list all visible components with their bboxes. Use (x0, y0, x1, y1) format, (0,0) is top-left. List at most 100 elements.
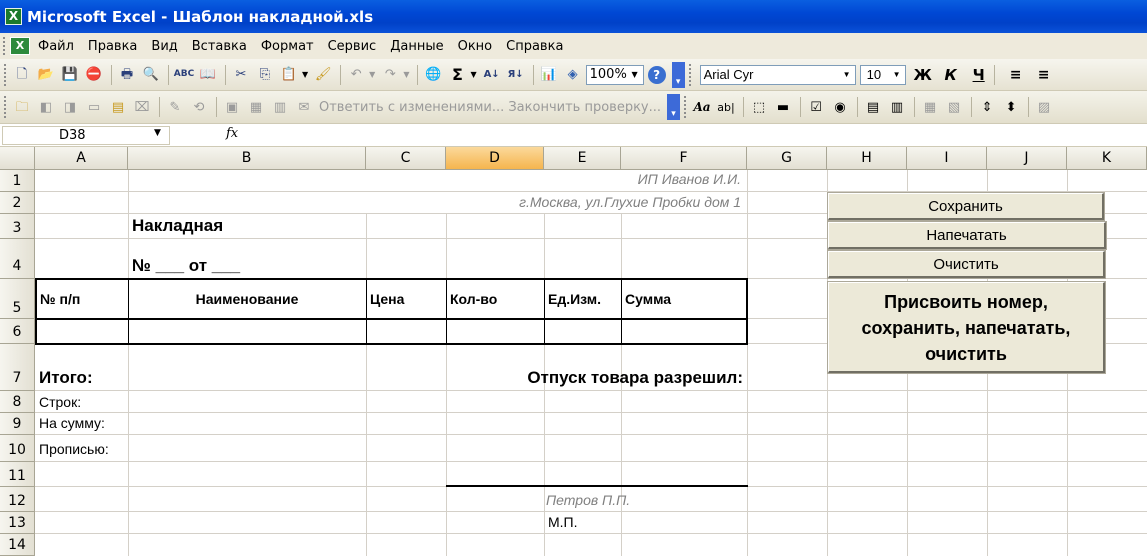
save-icon[interactable]: 💾 (59, 64, 81, 86)
column-header-k[interactable]: K (1067, 147, 1147, 170)
formula-input[interactable] (244, 126, 1145, 145)
chart-wizard-icon[interactable]: 📊 (538, 64, 560, 86)
menu-grip[interactable] (3, 37, 7, 55)
combo-dropdown-edit-icon[interactable]: ▧ (943, 96, 965, 118)
autosum-icon[interactable]: Σ (446, 64, 468, 86)
label-control-icon[interactable]: Aa (691, 96, 713, 118)
row-header-6[interactable]: 6 (0, 319, 35, 344)
reply-with-changes-icon[interactable]: ✉ (293, 96, 315, 118)
menu-file[interactable]: Файл (38, 39, 74, 54)
sort-ascending-icon[interactable]: А↓ (481, 64, 503, 86)
show-all-comments-icon[interactable]: ▤ (107, 96, 129, 118)
new-comment-icon[interactable]: 🗀 (11, 96, 33, 118)
column-header-e[interactable]: E (544, 147, 621, 170)
open-folder-icon[interactable]: 📂 (35, 64, 57, 86)
redo-dropdown-icon[interactable]: ▼ (403, 70, 409, 79)
combobox-control-icon[interactable]: ▥ (886, 96, 908, 118)
checkbox-control-icon[interactable]: ☑ (805, 96, 827, 118)
toolbar-grip[interactable] (684, 96, 687, 118)
print-button[interactable]: Напечатать (827, 221, 1107, 250)
option-button-control-icon[interactable]: ◉ (829, 96, 851, 118)
column-header-c[interactable]: C (366, 147, 446, 170)
column-header-d[interactable]: D (446, 147, 544, 170)
help-icon[interactable]: ? (647, 65, 666, 84)
column-header-g[interactable]: G (747, 147, 827, 170)
menu-data[interactable]: Данные (390, 39, 443, 54)
column-header-f[interactable]: F (621, 147, 747, 170)
toolbar-grip[interactable] (688, 63, 692, 86)
bold-button[interactable]: Ж (912, 64, 934, 86)
menu-tools[interactable]: Сервис (328, 39, 377, 54)
row-header-14[interactable]: 14 (0, 534, 35, 556)
column-header-i[interactable]: I (907, 147, 987, 170)
research-icon[interactable]: 📖 (197, 64, 219, 86)
paste-icon[interactable]: 📋 (278, 64, 300, 86)
new-document-icon[interactable]: 🗋 (11, 64, 33, 86)
menu-window[interactable]: Окно (458, 39, 493, 54)
spelling-icon[interactable]: ABC (173, 64, 195, 86)
menu-edit[interactable]: Правка (88, 39, 137, 54)
accept-changes-icon[interactable]: ⟲ (188, 96, 210, 118)
show-comment-icon[interactable]: ▭ (83, 96, 105, 118)
redo-icon[interactable]: ↷ (379, 64, 401, 86)
font-size-dropdown-icon[interactable]: ▼ (890, 67, 904, 83)
row-header-10[interactable]: 10 (0, 435, 35, 462)
clear-button[interactable]: Очистить (827, 250, 1106, 279)
delete-comment-icon[interactable]: ⌧ (131, 96, 153, 118)
control-properties-icon[interactable]: ▨ (1033, 96, 1055, 118)
font-name-select[interactable]: Arial Cyr ▼ (699, 64, 856, 85)
row-header-8[interactable]: 8 (0, 391, 35, 413)
column-header-j[interactable]: J (987, 147, 1067, 170)
row-header-13[interactable]: 13 (0, 512, 35, 534)
menu-help[interactable]: Справка (506, 39, 563, 54)
scrollbar-control-icon[interactable]: ⇕ (976, 96, 998, 118)
row-header-9[interactable]: 9 (0, 413, 35, 435)
row-header-12[interactable]: 12 (0, 487, 35, 512)
permission-icon[interactable]: ⛔ (83, 64, 105, 86)
font-size-select[interactable]: 10 ▼ (859, 64, 906, 85)
row-header-11[interactable]: 11 (0, 462, 35, 487)
assign-save-print-clear-button[interactable]: Присвоить номер, сохранить, напечатать, … (827, 281, 1106, 374)
autosum-dropdown-icon[interactable]: ▼ (470, 70, 476, 79)
underline-button[interactable]: Ч (968, 64, 990, 86)
font-dropdown-icon[interactable]: ▼ (840, 67, 854, 83)
select-all-corner[interactable] (0, 147, 35, 170)
column-header-h[interactable]: H (827, 147, 907, 170)
name-box[interactable]: D38 (2, 126, 170, 145)
name-box-dropdown-icon[interactable]: ▼ (154, 128, 161, 138)
button-control-icon[interactable]: ▬ (772, 96, 794, 118)
send-to-mail-icon[interactable]: ▥ (269, 96, 291, 118)
row-header-5[interactable]: 5 (0, 279, 35, 319)
align-center-icon[interactable]: ≡ (1033, 64, 1055, 86)
row-header-7[interactable]: 7 (0, 344, 35, 391)
insert-function-icon[interactable]: fx (226, 126, 238, 141)
drawing-icon[interactable]: ◈ (562, 64, 584, 86)
toolbar-overflow-chevron-icon[interactable]: ▾ (667, 94, 681, 120)
menu-insert[interactable]: Вставка (192, 39, 247, 54)
undo-icon[interactable]: ↶ (345, 64, 367, 86)
reply-with-changes-link[interactable]: Ответить с изменениями... Закончить пров… (319, 100, 661, 115)
row-header-1[interactable]: 1 (0, 170, 35, 192)
excel-app-icon[interactable]: X (5, 8, 22, 25)
toolbar-grip[interactable] (4, 63, 7, 86)
zoom-dropdown-icon[interactable]: ▼ (628, 67, 642, 83)
workbook-icon[interactable]: X (10, 37, 30, 55)
cut-icon[interactable]: ✂ (230, 64, 252, 86)
zoom-select[interactable]: 100% ▼ (585, 64, 644, 85)
print-preview-icon[interactable]: 🔍 (140, 64, 162, 86)
row-header-4[interactable]: 4 (0, 239, 35, 279)
previous-comment-icon[interactable]: ◧ (35, 96, 57, 118)
column-header-a[interactable]: A (35, 147, 128, 170)
paste-dropdown-icon[interactable]: ▼ (302, 70, 308, 79)
textbox-control-icon[interactable]: ab| (715, 96, 737, 118)
row-header-3[interactable]: 3 (0, 214, 35, 239)
row-header-2[interactable]: 2 (0, 192, 35, 214)
align-left-icon[interactable]: ≡ (1005, 64, 1027, 86)
hyperlink-icon[interactable]: 🌐 (422, 64, 444, 86)
sort-descending-icon[interactable]: Я↓ (505, 64, 527, 86)
combo-list-edit-icon[interactable]: ▦ (919, 96, 941, 118)
next-comment-icon[interactable]: ◨ (59, 96, 81, 118)
menu-format[interactable]: Формат (261, 39, 314, 54)
save-button[interactable]: Сохранить (827, 192, 1105, 221)
italic-button[interactable]: К (940, 64, 962, 86)
